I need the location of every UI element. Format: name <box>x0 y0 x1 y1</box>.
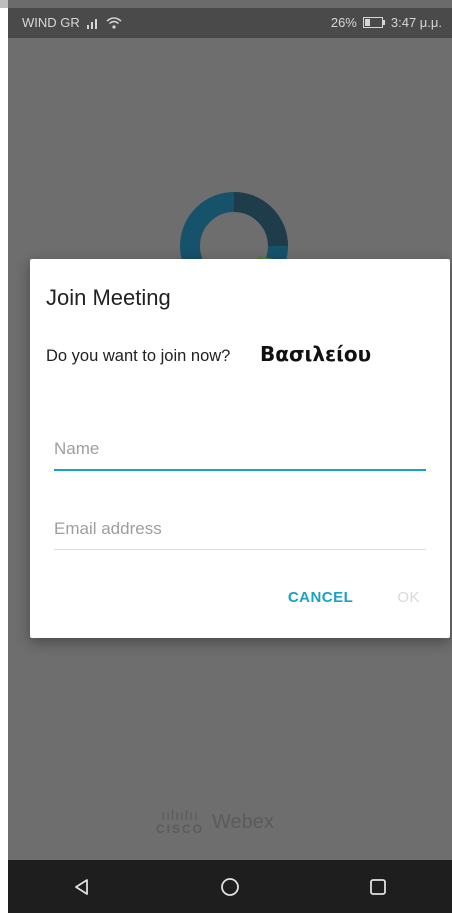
email-input[interactable] <box>54 509 426 550</box>
dialog-message: Do you want to join now? <box>46 347 231 365</box>
status-right: 26% 3:47 μ.μ. <box>331 15 442 30</box>
back-triangle-icon <box>75 878 88 895</box>
cisco-webex-brand: ıılıılıı CISCO Webex <box>156 808 274 836</box>
signal-icon <box>86 18 97 29</box>
recents-button[interactable] <box>348 867 408 907</box>
webex-wordmark: Webex <box>212 810 274 833</box>
status-left: WIND GR <box>22 15 122 30</box>
status-bar: WIND GR 26% 3:47 μ.μ. <box>8 8 452 38</box>
cisco-wordmark: CISCO <box>156 822 205 836</box>
home-button[interactable] <box>200 867 260 907</box>
battery-icon <box>362 17 385 28</box>
battery-percent: 26% <box>330 15 357 30</box>
navigation-bar <box>8 860 452 913</box>
dialog-actions: CANCEL OK <box>288 589 420 606</box>
clock: 3:47 μ.μ. <box>390 15 442 30</box>
name-input[interactable] <box>54 429 426 471</box>
dialog-title: Join Meeting <box>46 285 171 310</box>
back-button[interactable] <box>52 867 112 907</box>
carrier-label: WIND GR <box>22 15 80 30</box>
wifi-icon <box>106 16 122 29</box>
meeting-name-label: Βασιλείου <box>254 342 378 366</box>
phone-screen: WIND GR 26% 3:47 μ.μ. ıılıılıı CISCO Web… <box>8 0 452 913</box>
cancel-button[interactable]: CANCEL <box>288 589 354 606</box>
cisco-logo: ıılıılıı CISCO <box>156 808 204 836</box>
home-circle-icon <box>221 877 239 896</box>
cisco-bars-icon: ıılıılıı <box>161 807 199 823</box>
recents-square-icon <box>370 878 386 895</box>
join-meeting-dialog: Join Meeting Do you want to join now? Βα… <box>30 259 450 638</box>
ok-button[interactable]: OK <box>397 589 420 606</box>
